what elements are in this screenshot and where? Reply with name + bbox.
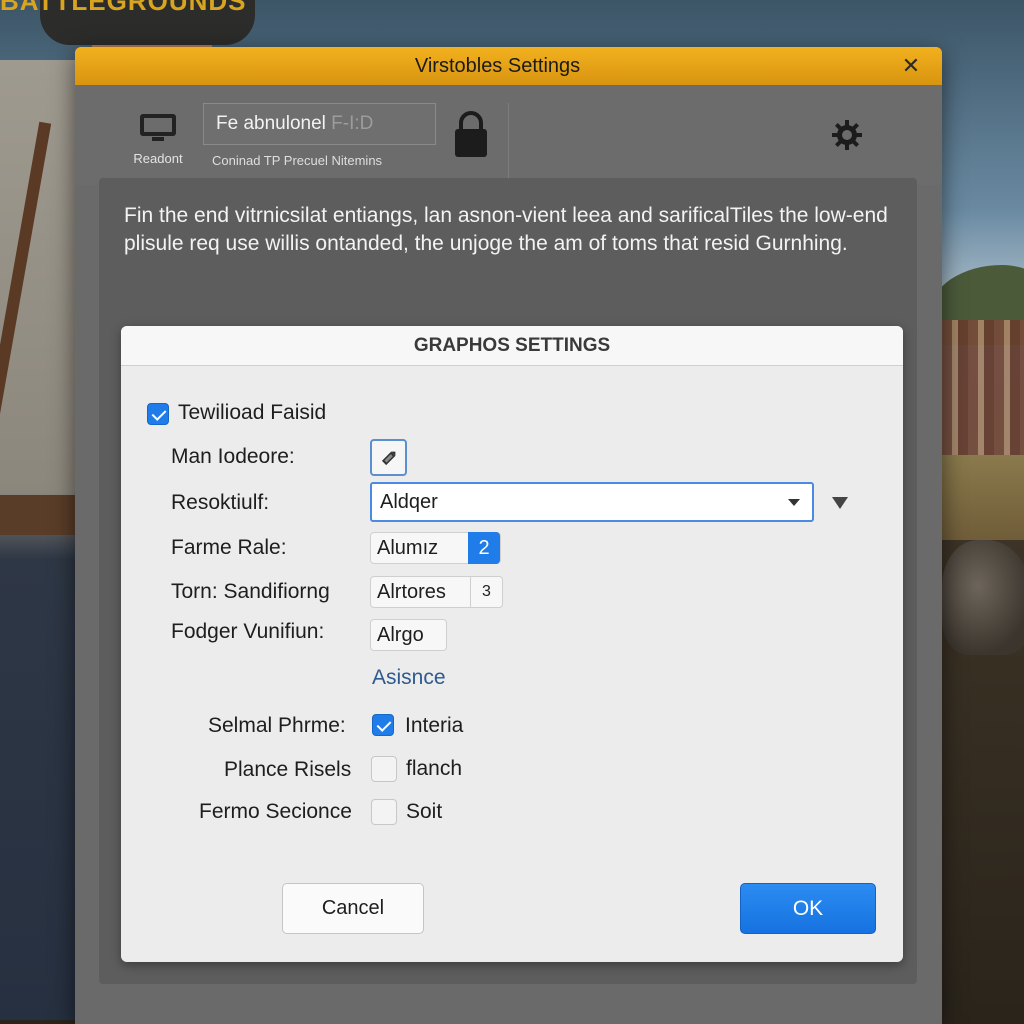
cancel-button[interactable]: Cancel (282, 883, 424, 934)
resolution-value: Aldqer (380, 491, 438, 513)
frame-rate-value: Alumız (377, 537, 439, 559)
monitor-icon (140, 114, 176, 141)
torn-sandifiorng-stepper[interactable]: Alrtores 3 (370, 576, 503, 608)
fodger-vunifiun-value: Alrgo (377, 624, 424, 646)
intro-text: Fin the end vitrnicsilat entiangs, lan a… (124, 204, 888, 255)
fodger-vunifiun-label: Fodger Vunifiun: (171, 620, 325, 643)
resolution-dropdown[interactable]: Aldqer (370, 482, 814, 522)
fermo-secionce-label: Fermo Secionce (199, 800, 352, 823)
flanch-checkbox[interactable] (371, 756, 397, 782)
torn-sandifiorng-value: Alrtores (377, 581, 446, 603)
frame-rate-stepper[interactable]: Alumız 2 (370, 532, 501, 564)
caret-down-icon[interactable] (832, 497, 848, 509)
window-titlebar[interactable]: Virstobles Settings ✕ (75, 47, 942, 85)
frame-rate-number[interactable]: 2 (468, 532, 500, 564)
interia-checkbox[interactable] (372, 714, 394, 736)
graphics-settings-dialog: GRAPHOS SETTINGS Tewilioad Faisid Man Io… (121, 326, 903, 962)
dialog-title: GRAPHOS SETTINGS (121, 326, 903, 366)
interia-option-label: Interia (405, 714, 464, 737)
ok-button[interactable]: OK (740, 883, 876, 934)
edit-button[interactable] (370, 439, 407, 476)
gear-icon[interactable] (831, 119, 863, 151)
background-rock (942, 540, 1024, 655)
profile-field-suffix: F-I:D (331, 113, 374, 134)
top-checkbox-label: Tewilioad Faisid (178, 401, 327, 424)
close-button[interactable]: ✕ (898, 53, 924, 79)
profile-field-value: Fe abnulonel (216, 113, 326, 134)
profile-field[interactable]: Fe abnulonel F-I:D (203, 103, 436, 145)
frame-rate-label: Farme Rale: (171, 536, 287, 559)
toolbar-field-group: Fe abnulonel F-I:D Coninad TP Precuel Ni… (203, 103, 509, 178)
man-iodeore-label: Man Iodeore: (171, 445, 295, 468)
window-toolbar: Readont Fe abnulonel F-I:D Coninad TP Pr… (75, 85, 942, 185)
pencil-icon (381, 451, 396, 466)
soit-option-label: Soit (406, 800, 443, 823)
profile-field-description: Coninad TP Precuel Nitemins (212, 153, 383, 168)
background-field (930, 455, 1024, 545)
lock-icon[interactable] (451, 111, 491, 159)
chevron-down-icon (788, 499, 800, 506)
torn-sandifiorng-label: Torn: Sandifiorng (171, 580, 330, 603)
top-checkbox[interactable] (147, 403, 169, 425)
soldier-body (0, 60, 75, 1020)
torn-sandifiorng-number[interactable]: 3 (470, 576, 502, 608)
selmal-phrme-label: Selmal Phrme: (208, 714, 346, 737)
soldier-belt (0, 495, 75, 535)
resolution-label: Resoktiulf: (171, 491, 270, 514)
monitor-label: Readont (133, 151, 183, 166)
soit-checkbox[interactable] (371, 799, 397, 825)
asisnce-link[interactable]: Asisnce (372, 666, 446, 690)
window-title: Virstobles Settings (414, 55, 581, 77)
plance-risels-label: Plance Risels (224, 758, 352, 781)
monitor-tool[interactable]: Readont (123, 107, 193, 166)
game-logo-text: BATTLEGROUNDS (0, 0, 247, 16)
flanch-option-label: flanch (406, 757, 463, 780)
fodger-vunifiun-field[interactable]: Alrgo (370, 619, 447, 651)
background-town (942, 320, 1024, 460)
